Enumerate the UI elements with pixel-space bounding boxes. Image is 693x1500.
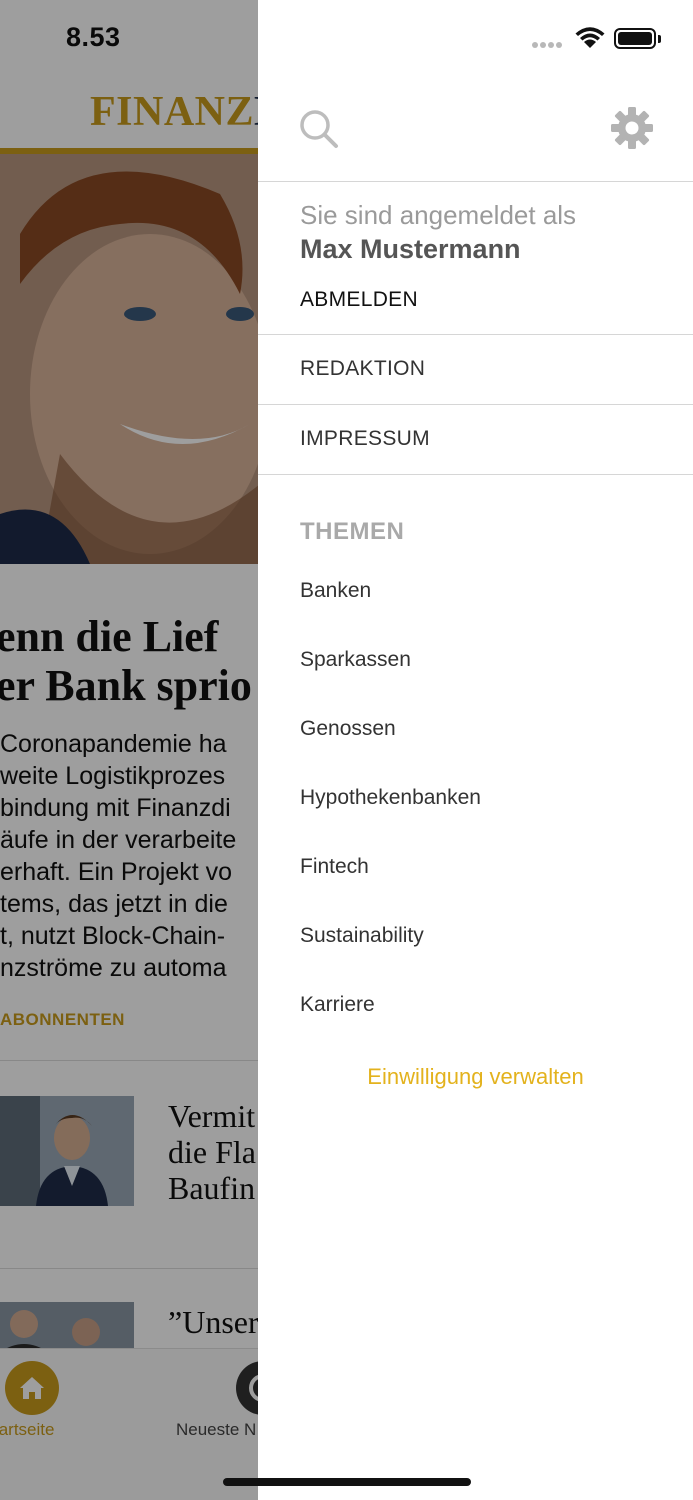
- signal-dot: [556, 42, 562, 48]
- menu-item-redaktion[interactable]: REDAKTION: [300, 357, 425, 381]
- topic-item-genossen[interactable]: Genossen: [300, 717, 396, 741]
- topic-item-sustainability[interactable]: Sustainability: [300, 924, 424, 948]
- search-icon[interactable]: [298, 108, 340, 150]
- battery-icon: [614, 28, 656, 49]
- signal-dot: [532, 42, 538, 48]
- topic-item-karriere[interactable]: Karriere: [300, 993, 375, 1017]
- login-status-label: Sie sind angemeldet als: [300, 200, 577, 230]
- manage-consent-link[interactable]: Einwilligung verwalten: [258, 1064, 693, 1090]
- topic-item-banken[interactable]: Banken: [300, 579, 371, 603]
- divider: [258, 474, 693, 475]
- topic-item-hypothekenbanken[interactable]: Hypothekenbanken: [300, 786, 481, 810]
- divider: [258, 334, 693, 335]
- divider: [258, 404, 693, 405]
- home-indicator[interactable]: [223, 1478, 471, 1486]
- battery-cap: [658, 35, 661, 43]
- menu-item-impressum[interactable]: IMPRESSUM: [300, 427, 430, 451]
- divider: [258, 181, 693, 182]
- status-icons: [530, 26, 661, 52]
- wifi-icon: [575, 27, 605, 48]
- signal-dot: [548, 42, 554, 48]
- topics-heading: THEMEN: [300, 518, 405, 545]
- user-name: Max Mustermann: [300, 234, 521, 264]
- side-drawer: Sie sind angemeldet als Max Mustermann A…: [258, 0, 693, 1500]
- topic-item-fintech[interactable]: Fintech: [300, 855, 369, 879]
- topic-item-sparkassen[interactable]: Sparkassen: [300, 648, 411, 672]
- signal-dot: [540, 42, 546, 48]
- logout-button[interactable]: ABMELDEN: [300, 288, 418, 312]
- gear-icon[interactable]: [610, 106, 654, 150]
